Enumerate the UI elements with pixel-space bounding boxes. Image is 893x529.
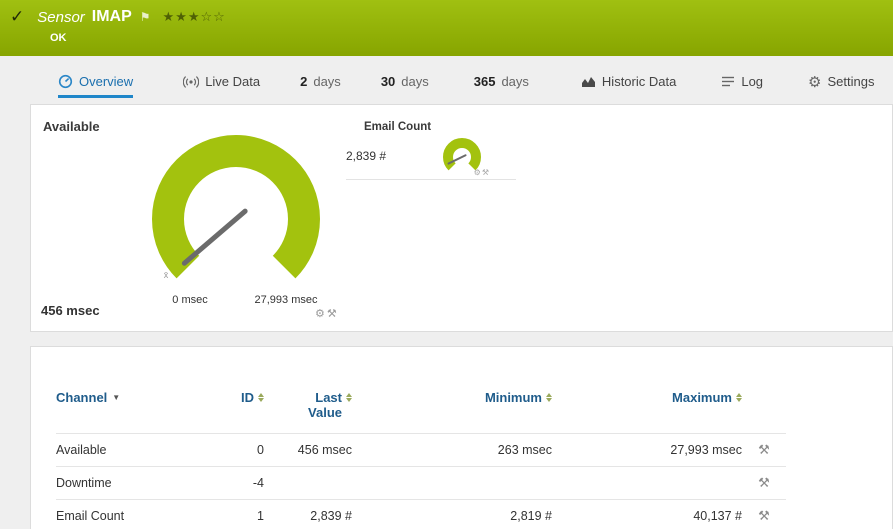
- tab-live-data[interactable]: Live Data: [183, 68, 260, 98]
- edit-channel-icon[interactable]: ⚒: [758, 508, 770, 523]
- gauge-needle: [181, 208, 248, 266]
- channel-last-value: 456 msec: [264, 432, 352, 466]
- table-row: Downtime -4 ⚒: [56, 465, 786, 499]
- broadcast-icon: [183, 75, 200, 88]
- edit-channel-icon[interactable]: ⚒: [758, 442, 770, 457]
- sensor-name: IMAP: [91, 8, 132, 25]
- priority-stars[interactable]: ★★★☆☆: [163, 9, 226, 25]
- column-header-channel[interactable]: Channel ▼: [56, 387, 216, 433]
- chart-icon: [581, 77, 595, 87]
- email-count-gauge-block: Email Count 2,839 # ⚙⚒: [346, 121, 516, 180]
- gauge-settings-icons[interactable]: ⚙⚒: [315, 307, 339, 320]
- tab-2-days[interactable]: 2 days: [300, 68, 341, 98]
- channel-maximum: 27,993 msec: [552, 432, 742, 466]
- channel-name: Email Count: [56, 498, 216, 529]
- column-header-last-value[interactable]: Last Value: [264, 387, 352, 433]
- tab-settings[interactable]: ⚙ Settings: [808, 68, 874, 98]
- channel-minimum: 2,819 #: [352, 498, 552, 529]
- column-header-minimum[interactable]: Minimum: [352, 387, 552, 433]
- table-header-row: Channel ▼ ID Last Value Minimum Maximum: [56, 387, 786, 433]
- channel-maximum: 40,137 #: [552, 498, 742, 529]
- channels-panel: Channel▼ ID Last Value Minimum Maximum: [30, 346, 893, 529]
- tools-icon[interactable]: ⚒: [327, 308, 339, 320]
- gauge-average-marker: x̄: [164, 270, 169, 280]
- channel-id: 0: [216, 432, 264, 466]
- channel-name: Downtime: [56, 465, 216, 499]
- available-gauge-value: 456 msec: [41, 303, 100, 318]
- sorted-desc-icon[interactable]: ▼: [112, 393, 120, 402]
- channel-id: 1: [216, 498, 264, 529]
- tab-365-days[interactable]: 365 days: [474, 68, 529, 98]
- sort-icon[interactable]: [258, 393, 264, 402]
- channel-last-value: 2,839 #: [264, 498, 352, 529]
- tab-overview[interactable]: Overview: [58, 68, 134, 98]
- column-header-id[interactable]: ID: [216, 387, 264, 433]
- email-count-gauge-value: 2,839 #: [346, 149, 387, 163]
- status-ok-check-icon: ✓: [10, 7, 25, 26]
- table-row: Available 0 456 msec 263 msec 27,993 mse…: [56, 432, 786, 466]
- available-gauge-title: Available: [43, 119, 100, 134]
- table-row: Email Count 1 2,839 # 2,819 # 40,137 # ⚒: [56, 498, 786, 529]
- available-gauge: x̄ 0 msec 27,993 msec: [152, 135, 320, 306]
- log-icon: [722, 76, 735, 87]
- channel-maximum: [552, 465, 742, 499]
- gear-icon: ⚙: [808, 73, 822, 91]
- tab-30-days[interactable]: 30 days: [381, 68, 429, 98]
- sensor-header: ✓ Sensor IMAP ⚑ ★★★☆☆ OK: [0, 0, 893, 56]
- tab-bar: Overview Live Data 2 days 30 days 365 days …: [58, 68, 893, 98]
- gauge-max-label: 27,993 msec: [255, 294, 318, 306]
- channel-last-value: [264, 465, 352, 499]
- gear-icon[interactable]: ⚙: [474, 168, 482, 177]
- gauge-settings-icons[interactable]: ⚙⚒: [474, 168, 490, 177]
- gauge-min-label: 0 msec: [172, 294, 208, 306]
- channel-name: Available: [56, 432, 216, 466]
- gauge-icon: [58, 74, 73, 89]
- edit-channel-icon[interactable]: ⚒: [758, 475, 770, 490]
- object-kind-label: Sensor: [37, 8, 85, 26]
- column-header-actions: [742, 387, 786, 433]
- tab-log[interactable]: Log: [721, 68, 763, 98]
- tools-icon[interactable]: ⚒: [482, 168, 490, 177]
- prtg-sensor-page: ✓ Sensor IMAP ⚑ ★★★☆☆ OK Overview Live D…: [0, 0, 893, 529]
- sensor-status-badge: OK: [50, 32, 67, 44]
- tab-historic-data[interactable]: Historic Data: [581, 68, 676, 98]
- gear-icon[interactable]: ⚙: [315, 308, 327, 320]
- channel-minimum: [352, 465, 552, 499]
- channel-id: -4: [216, 465, 264, 499]
- email-count-gauge-title: Email Count: [364, 121, 432, 133]
- favorite-flag-icon[interactable]: ⚑: [140, 10, 151, 24]
- column-header-maximum[interactable]: Maximum: [552, 387, 742, 433]
- sort-icon[interactable]: [736, 393, 742, 402]
- channel-table: Channel▼ ID Last Value Minimum Maximum: [56, 387, 786, 529]
- sort-icon[interactable]: [346, 393, 352, 402]
- gauges-panel: Available x̄ 0 msec 27,993 msec 456 msec…: [30, 104, 893, 332]
- sort-icon[interactable]: [546, 393, 552, 402]
- channel-minimum: 263 msec: [352, 432, 552, 466]
